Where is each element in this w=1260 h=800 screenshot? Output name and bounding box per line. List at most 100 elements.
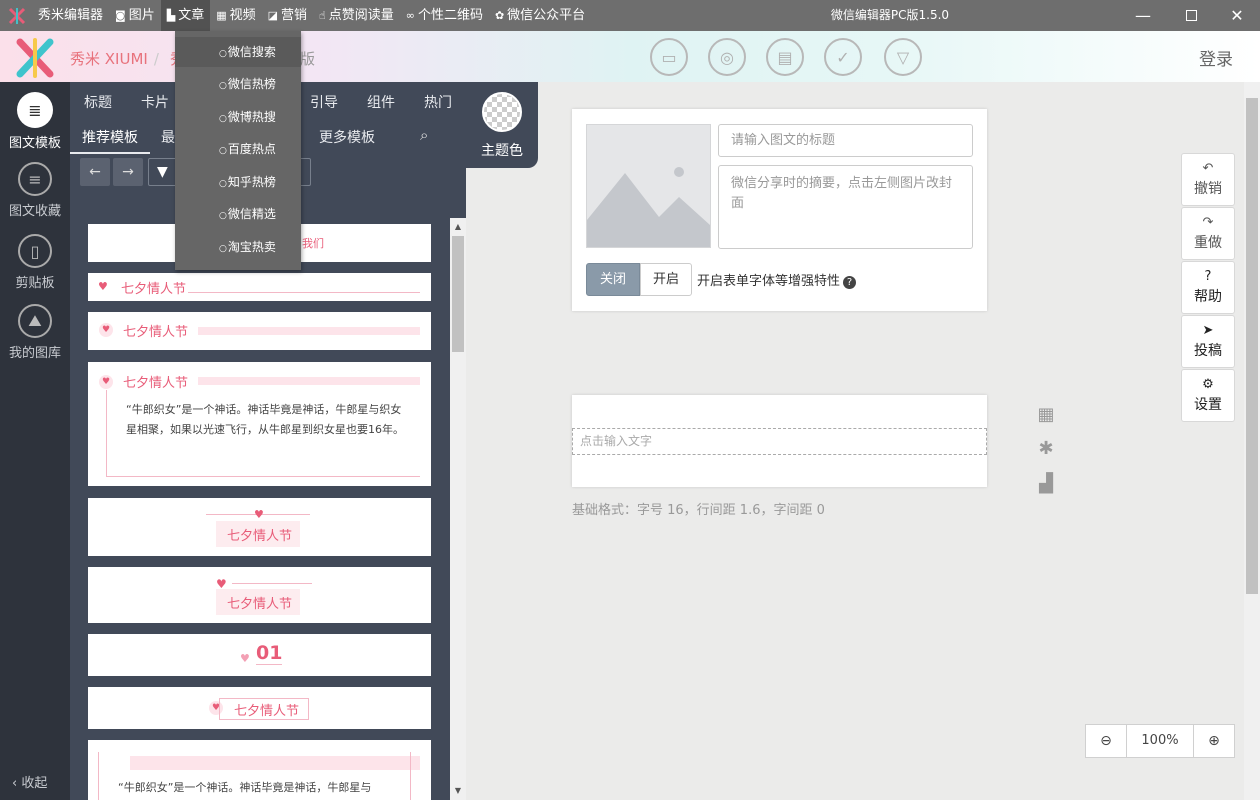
circle-icon: ○	[219, 49, 227, 59]
settings-button[interactable]: ⚙ 设置	[1181, 369, 1235, 422]
grid-icon[interactable]: ▦	[1034, 404, 1058, 428]
tab-hot[interactable]: 热门	[424, 92, 452, 112]
scroll-down-icon[interactable]: ▼	[450, 784, 466, 798]
redo-button[interactable]: ↷ 重做	[1181, 207, 1235, 260]
brand-link[interactable]: 秀米 XIUMI /	[70, 48, 159, 69]
more-button[interactable]: ▽	[884, 38, 922, 76]
template-item[interactable]: ♥ 七夕情人节	[88, 567, 431, 623]
template-item[interactable]: ♥ 七夕情人节	[88, 273, 431, 301]
heart-icon: ♥	[254, 508, 264, 521]
dropdown-item-baidu-hot[interactable]: ○百度热点	[175, 134, 301, 164]
open-folder-button[interactable]: ▭	[650, 38, 688, 76]
help-button[interactable]: ? 帮助	[1181, 261, 1235, 314]
dropdown-item-taobao-hot[interactable]: ○淘宝热卖	[175, 232, 301, 262]
checkerboard-icon	[482, 92, 522, 132]
undo-button[interactable]: ↶ 撤销	[1181, 153, 1235, 206]
circle-icon: ○	[219, 146, 227, 156]
editor-scroll-thumb[interactable]	[1246, 98, 1258, 594]
template-item[interactable]: ♥ 七夕情人节	[88, 687, 431, 729]
chevron-left-icon: ‹	[12, 776, 18, 791]
xiumi-logo-icon	[16, 38, 54, 78]
check-button[interactable]: ✓	[824, 38, 862, 76]
menu-xiumi[interactable]: 秀米编辑器	[32, 0, 109, 31]
sidebar-item-favorites[interactable]: ≡ 图文收藏	[0, 162, 70, 219]
image-placeholder-icon	[587, 167, 710, 247]
zoom-in-icon: ⊕	[1208, 733, 1220, 749]
toggle-off-button[interactable]: 关闭	[586, 263, 640, 296]
send-icon: ➤	[1202, 323, 1214, 338]
scroll-up-icon[interactable]: ▲	[450, 220, 466, 234]
dropdown-item-wechat-search[interactable]: ○微信搜索	[175, 37, 301, 67]
menu-qrcode[interactable]: ∞ 个性二维码	[400, 0, 489, 31]
zoom-in-button[interactable]: ⊕	[1194, 725, 1234, 757]
bar-chart-icon[interactable]: ▟	[1034, 473, 1058, 497]
zoom-out-icon: ⊖	[1100, 733, 1112, 749]
menu-likes[interactable]: ☝ 点赞阅读量	[313, 0, 400, 31]
copy-button[interactable]: ▤	[766, 38, 804, 76]
camera-icon: ◙	[115, 9, 126, 22]
template-item[interactable]: ♥ 七夕情人节	[88, 312, 431, 350]
tab-card[interactable]: 卡片	[141, 92, 169, 112]
tab-more-templates[interactable]: 更多模板	[319, 127, 375, 147]
left-sidebar: ≣ 图文模板 ≡ 图文收藏 ▯ 剪贴板 ⛰ 我的图库 ‹ 收起	[0, 82, 70, 800]
tab-component[interactable]: 组件	[367, 92, 395, 112]
chart-icon: ◪	[267, 9, 279, 22]
image-icon: ⛰	[18, 304, 52, 338]
divider	[188, 292, 420, 293]
article-meta-card: 请输入图文的标题 微信分享时的摘要，点击左侧图片改封面 关闭 开启 开启表单字体…	[572, 109, 987, 311]
login-button[interactable]: 登录	[1199, 45, 1233, 70]
dropdown-item-wechat-picks[interactable]: ○微信精选	[175, 199, 301, 229]
article-summary-input[interactable]: 微信分享时的摘要，点击左侧图片改封面	[718, 165, 973, 249]
template-list: 我们 ♥ 七夕情人节 ♥ 七夕情人节 ♥ 七夕情人节 “牛郎织女”是一个神话。神…	[88, 222, 431, 800]
zoom-out-button[interactable]: ⊖	[1086, 725, 1126, 757]
link-icon: ∞	[405, 9, 415, 22]
article-title-input[interactable]: 请输入图文的标题	[718, 124, 973, 157]
arrow-right-icon: →	[122, 164, 134, 180]
template-item[interactable]: ♥ 七夕情人节 “牛郎织女”是一个神话。神话毕竟是神话，牛郎星与织女星相聚，如果…	[88, 362, 431, 486]
menu-images[interactable]: ◙ 图片	[109, 0, 161, 31]
template-item[interactable]: ♥ 七夕情人节	[88, 498, 431, 556]
search-icon[interactable]: ⌕	[420, 126, 428, 144]
tab-latest[interactable]: 最	[161, 127, 175, 147]
tab-recommended[interactable]: 推荐模板	[82, 127, 138, 147]
template-item[interactable]: ♥ 01	[88, 634, 431, 676]
circle-icon: ○	[219, 244, 227, 254]
asterisk-icon[interactable]: ✱	[1034, 438, 1058, 462]
minimize-button[interactable]: —	[1120, 0, 1166, 31]
cover-image-picker[interactable]	[586, 124, 711, 248]
sidebar-item-gallery[interactable]: ⛰ 我的图库	[0, 304, 70, 361]
dropdown-item-zhihu-hot[interactable]: ○知乎热榜	[175, 167, 301, 197]
tab-title[interactable]: 标题	[84, 92, 112, 112]
content-text-input[interactable]: 点击输入文字	[572, 428, 987, 455]
menu-articles[interactable]: ▙ 文章	[160, 0, 211, 31]
heart-icon: ♥	[99, 375, 113, 389]
question-icon[interactable]: ?	[843, 276, 857, 289]
template-scroll-thumb[interactable]	[452, 236, 464, 352]
divider	[198, 377, 420, 385]
document-icon: ▙	[166, 9, 176, 22]
theme-color-button[interactable]: 主题色	[466, 82, 538, 168]
menu-video[interactable]: ▦ 视频	[210, 0, 261, 31]
next-button[interactable]: →	[113, 158, 143, 186]
toggle-on-button[interactable]: 开启	[640, 263, 692, 296]
articles-dropdown: ○微信搜索 ○微信热榜 ○微博热搜 ○百度热点 ○知乎热榜 ○微信精选 ○淘宝热…	[175, 31, 301, 270]
tab-guide[interactable]: 引导	[310, 92, 338, 112]
preview-button[interactable]: ◎	[708, 38, 746, 76]
maximize-button[interactable]	[1168, 0, 1214, 31]
zoom-control: ⊖ 100% ⊕	[1085, 724, 1235, 758]
menu-marketing[interactable]: ◪ 营销	[262, 0, 313, 31]
filter-icon: ▼	[157, 164, 168, 180]
menu-wechat-platform[interactable]: ✿ 微信公众平台	[489, 0, 591, 31]
collapse-button[interactable]: ‹ 收起	[12, 772, 47, 791]
close-button[interactable]: ✕	[1214, 0, 1260, 31]
prev-button[interactable]: ←	[80, 158, 110, 186]
circle-icon: ○	[219, 114, 227, 124]
dropdown-item-wechat-hot[interactable]: ○微信热榜	[175, 69, 301, 99]
submit-button[interactable]: ➤ 投稿	[1181, 315, 1235, 368]
sidebar-item-templates[interactable]: ≣ 图文模板	[0, 92, 70, 151]
template-item[interactable]: “牛郎织女”是一个神话。神话毕竟是神话，牛郎星与	[88, 740, 431, 800]
sidebar-item-clipboard[interactable]: ▯ 剪贴板	[0, 234, 70, 291]
circle-icon: ○	[219, 211, 227, 221]
dropdown-item-weibo-hot[interactable]: ○微博热搜	[175, 102, 301, 132]
title-bar: 秀米编辑器 ◙ 图片 ▙ 文章 ▦ 视频 ◪ 营销 ☝ 点赞阅读量 ∞ 个性二维码 ✿ 微信公…	[0, 0, 1260, 31]
